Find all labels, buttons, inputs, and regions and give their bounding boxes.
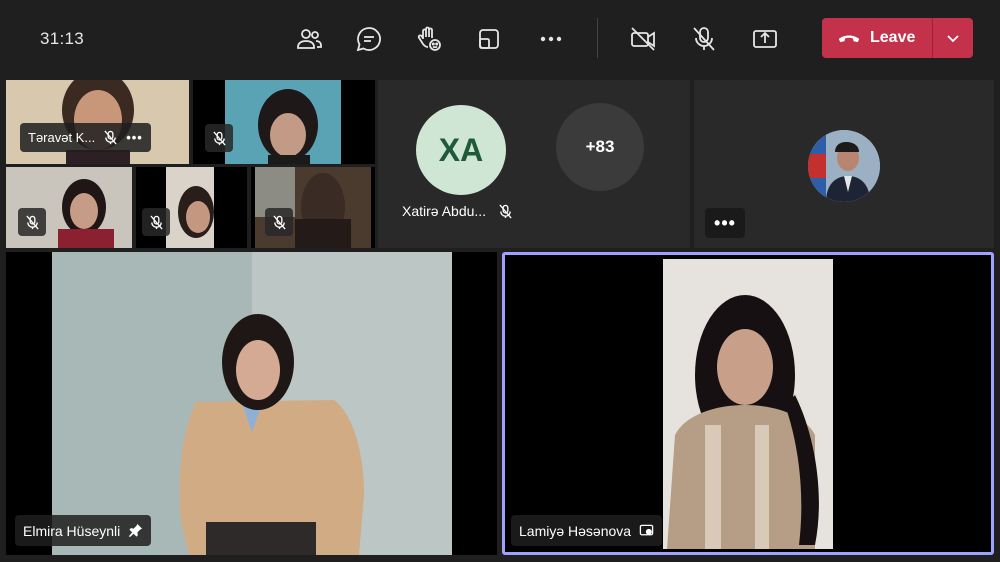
rooms-button[interactable] xyxy=(469,19,509,59)
participant-name: Təravət K... xyxy=(28,130,96,145)
self-more-button[interactable]: ••• xyxy=(705,208,745,238)
camera-toggle-button[interactable] xyxy=(623,19,663,59)
participant-name: Xatirə Abdu... xyxy=(402,203,487,219)
participant-video xyxy=(52,252,452,555)
mic-off-icon xyxy=(693,27,715,51)
more-icon xyxy=(540,36,562,42)
mic-off-icon xyxy=(149,215,163,229)
avatar-initials: XA xyxy=(438,131,484,168)
leave-label: Leave xyxy=(870,29,916,46)
mic-status xyxy=(205,124,233,152)
self-avatar xyxy=(808,130,880,202)
participant-name: Lamiyə Həsənova xyxy=(519,522,632,539)
rooms-icon xyxy=(479,29,499,49)
participant-tile-teravet[interactable]: Təravət K... ••• xyxy=(6,80,189,164)
chevron-down-icon xyxy=(947,35,959,43)
mic-status xyxy=(18,208,46,236)
mic-status xyxy=(142,208,170,236)
mic-off-icon xyxy=(499,204,512,218)
participant-name-pill: Təravət K... ••• xyxy=(20,123,151,152)
self-view-tile[interactable]: ••• xyxy=(694,80,994,248)
meeting-timer: 31:13 xyxy=(40,29,85,48)
mic-status xyxy=(265,208,293,236)
participant-tile-2[interactable] xyxy=(193,80,375,164)
share-icon xyxy=(753,30,777,48)
mic-toggle-button[interactable] xyxy=(684,19,724,59)
raise-hand-icon xyxy=(417,26,441,51)
toolbar-divider xyxy=(597,18,598,58)
overflow-count: +83 xyxy=(585,137,615,156)
participant-tile-4[interactable] xyxy=(136,167,247,248)
participant-name-row: Xatirə Abdu... xyxy=(402,203,513,219)
people-button[interactable] xyxy=(289,19,329,59)
chat-icon xyxy=(356,27,381,52)
meeting-toolbar: 31:13 Leave xyxy=(0,0,1000,78)
leave-options-button[interactable] xyxy=(933,18,973,58)
reactions-button[interactable] xyxy=(409,19,449,59)
mic-off-icon xyxy=(25,215,39,229)
mic-off-icon xyxy=(104,130,117,145)
more-icon: ••• xyxy=(714,212,736,233)
mic-off-icon xyxy=(272,215,286,229)
leave-button[interactable]: Leave xyxy=(822,18,973,58)
participant-name: Elmira Hüseynli xyxy=(23,522,121,539)
people-icon xyxy=(297,29,322,49)
participant-tile-xatire[interactable]: XA +83 Xatirə Abdu... xyxy=(378,80,690,248)
participant-name-pill: Elmira Hüseynli xyxy=(15,515,152,546)
leave-main[interactable]: Leave xyxy=(822,18,932,58)
screen-share-icon xyxy=(639,524,654,536)
mic-off-icon xyxy=(212,131,226,145)
participant-video xyxy=(663,259,833,549)
self-avatar-photo xyxy=(808,130,880,202)
more-options-icon[interactable]: ••• xyxy=(126,130,143,145)
more-actions-button[interactable] xyxy=(531,19,571,59)
camera-off-icon xyxy=(631,27,655,51)
share-button[interactable] xyxy=(745,19,785,59)
participant-name-pill: Lamiyə Həsənova xyxy=(511,515,663,546)
hang-up-icon xyxy=(838,35,860,43)
participant-tile-5[interactable] xyxy=(251,167,375,248)
overflow-participants-button[interactable]: +83 xyxy=(556,103,644,191)
participant-tile-lamiye[interactable]: Lamiyə Həsənova xyxy=(502,252,994,555)
avatar: XA xyxy=(416,105,506,195)
pin-icon xyxy=(129,523,143,538)
participant-tile-elmira[interactable]: Elmira Hüseynli xyxy=(6,252,497,555)
chat-button[interactable] xyxy=(349,19,389,59)
participant-tile-3[interactable] xyxy=(6,167,132,248)
